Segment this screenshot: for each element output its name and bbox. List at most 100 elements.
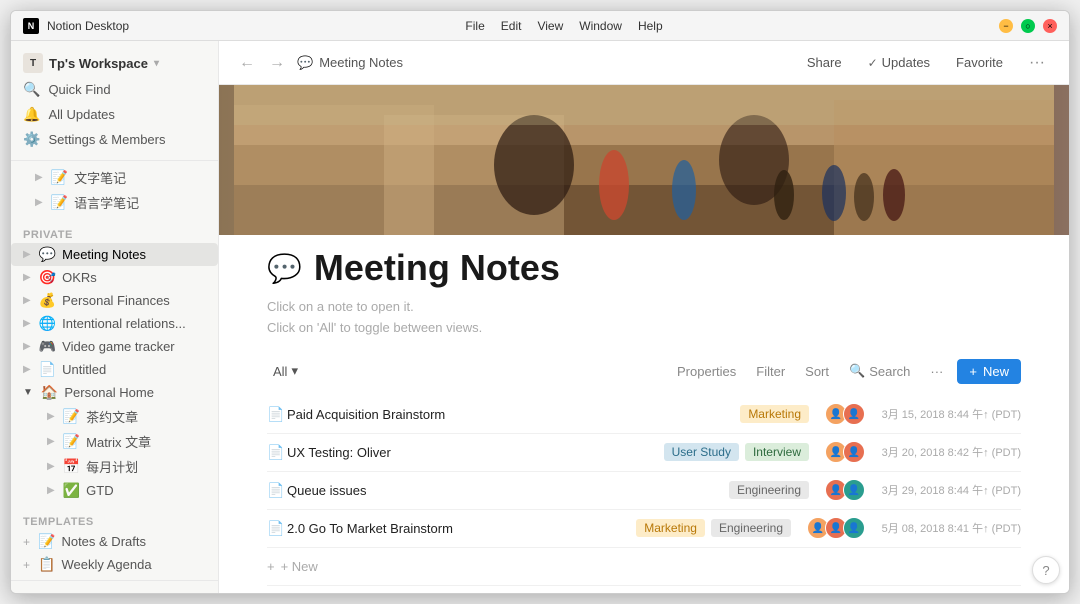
view-label: All [273, 364, 287, 379]
agenda-icon: 📋 [38, 556, 55, 573]
main-area: T Tp's Workspace ▾ 🔍 Quick Find 🔔 All Up… [11, 41, 1069, 593]
close-button[interactable]: × [1043, 19, 1057, 33]
row-date: 3月 15, 2018 8:44 午↑ (PDT) [881, 406, 1021, 422]
arrow-icon: ▶ [23, 364, 31, 375]
tag-user-study: User Study [664, 443, 739, 461]
menu-help[interactable]: Help [638, 19, 663, 33]
favorite-button[interactable]: Favorite [948, 51, 1011, 74]
table-row[interactable]: 📄 Paid Acquisition Brainstorm Marketing … [267, 396, 1021, 434]
sidebar-item-intentional[interactable]: ▶ 🌐 Intentional relations... [11, 312, 218, 335]
sidebar-item-personal-home[interactable]: ▼ 🏠 Personal Home [11, 381, 218, 404]
question-mark-icon: ? [1042, 563, 1049, 578]
table-container: 📄 Paid Acquisition Brainstorm Marketing … [267, 396, 1021, 586]
filter-button[interactable]: Filter [750, 361, 791, 382]
check-icon: ✅ [63, 482, 80, 499]
share-button[interactable]: Share [799, 51, 850, 74]
new-record-button[interactable]: + New [957, 359, 1021, 384]
sidebar-quick-find[interactable]: 🔍 Quick Find [15, 77, 214, 102]
private-section-label: PRIVATE [11, 223, 218, 243]
quick-find-label: Quick Find [48, 82, 110, 97]
help-button[interactable]: ? [1032, 556, 1060, 584]
arrow-icon: ▶ [47, 436, 55, 447]
table-row[interactable]: 📄 UX Testing: Oliver User Study Intervie… [267, 434, 1021, 472]
main-content: ← → 💬 Meeting Notes Share ✓ Updates Favo… [219, 41, 1069, 593]
notes-drafts-label: Notes & Drafts [61, 534, 210, 549]
plus-icon: + [969, 364, 977, 379]
sidebar-item-gtd[interactable]: ▶ ✅ GTD [11, 479, 218, 502]
minimize-button[interactable]: − [999, 19, 1013, 33]
cover-image [219, 85, 1069, 235]
table-row[interactable]: 📄 Queue issues Engineering 👤 👤 3月 29, 20… [267, 472, 1021, 510]
sidebar-item-weekly-agenda[interactable]: + 📋 Weekly Agenda [11, 553, 218, 576]
row-date: 3月 20, 2018 8:42 午↑ (PDT) [881, 444, 1021, 460]
sidebar-item-okrs[interactable]: ▶ 🎯 OKRs [11, 266, 218, 289]
sidebar: T Tp's Workspace ▾ 🔍 Quick Find 🔔 All Up… [11, 41, 219, 593]
new-page-button[interactable]: + + New Page [15, 589, 214, 593]
sidebar-all-updates[interactable]: 🔔 All Updates [15, 102, 214, 127]
updates-label: Updates [882, 55, 930, 70]
page-subtitle: Click on a note to open it. Click on 'Al… [267, 297, 1021, 339]
add-row-button[interactable]: + + New [267, 548, 1021, 586]
sidebar-templates-section: TEMPLATES + 📝 Notes & Drafts + 📋 Weekly … [11, 506, 218, 580]
sidebar-settings[interactable]: ⚙️ Settings & Members [15, 127, 214, 152]
doc-icon: 📝 [51, 169, 68, 186]
calendar-icon: 📅 [63, 458, 80, 475]
gear-icon: ⚙️ [23, 131, 40, 148]
sidebar-item-notes-drafts[interactable]: + 📝 Notes & Drafts [11, 530, 218, 553]
updates-button[interactable]: ✓ Updates [860, 51, 938, 74]
sidebar-item-untitled[interactable]: ▶ 📄 Untitled [11, 358, 218, 381]
view-selector[interactable]: All ▾ [267, 360, 304, 382]
sidebar-item-monthly-plan[interactable]: ▶ 📅 每月计划 [11, 454, 218, 479]
row-title: Queue issues [287, 483, 609, 498]
doc-icon: 📄 [267, 482, 287, 499]
gtd-label: GTD [86, 483, 210, 498]
app-title: Notion Desktop [47, 19, 129, 33]
meeting-notes-label: Meeting Notes [62, 247, 210, 262]
arrow-icon: ▶ [23, 318, 31, 329]
target-icon: 🎯 [39, 269, 56, 286]
table-row[interactable]: 📄 2.0 Go To Market Brainstorm Marketing … [267, 510, 1021, 548]
untitled-label: Untitled [62, 362, 210, 377]
money-icon: 💰 [39, 292, 56, 309]
sidebar-item-wenzi[interactable]: ▶ 📝 文字笔记 [11, 165, 218, 190]
maximize-button[interactable]: ○ [1021, 19, 1035, 33]
sidebar-item-article2[interactable]: ▶ 📝 Matrix 文章 [11, 429, 218, 454]
row-tags: User Study Interview [609, 443, 809, 461]
avatar: 👤 [843, 517, 865, 539]
monthly-plan-label: 每月计划 [86, 457, 210, 476]
cover-svg [234, 85, 1054, 235]
sidebar-item-article1[interactable]: ▶ 📝 茶约文章 [11, 404, 218, 429]
more-button[interactable]: ··· [1021, 50, 1053, 76]
arrow-icon: ▶ [23, 249, 31, 260]
db-more-button[interactable]: ··· [924, 361, 949, 382]
doc-icon: 📝 [51, 194, 68, 211]
menu-edit[interactable]: Edit [501, 19, 522, 33]
personal-finances-label: Personal Finances [62, 293, 210, 308]
search-button[interactable]: 🔍 Search [843, 360, 916, 382]
add-row-label: + New [281, 559, 318, 574]
okrs-label: OKRs [62, 270, 210, 285]
sidebar-item-video-game[interactable]: ▶ 🎮 Video game tracker [11, 335, 218, 358]
doc-icon: 📄 [267, 406, 287, 423]
sidebar-item-yuyan[interactable]: ▶ 📝 语言学笔记 [11, 190, 218, 215]
workspace-header[interactable]: T Tp's Workspace ▾ [15, 49, 214, 77]
back-button[interactable]: ← [235, 52, 259, 74]
sort-button[interactable]: Sort [799, 361, 835, 382]
sidebar-item-personal-finances[interactable]: ▶ 💰 Personal Finances [11, 289, 218, 312]
page-icon: 📄 [39, 361, 56, 378]
row-avatars: 👤 👤 [825, 403, 865, 425]
all-updates-label: All Updates [48, 107, 114, 122]
forward-button[interactable]: → [265, 52, 289, 74]
properties-button[interactable]: Properties [671, 361, 742, 382]
notes-icon: 📝 [38, 533, 55, 550]
app-window: N Notion Desktop File Edit View Window H… [10, 10, 1070, 594]
menu-file[interactable]: File [465, 19, 484, 33]
menu-window[interactable]: Window [579, 19, 622, 33]
arrow-icon: ▶ [35, 172, 43, 183]
toolbar-right: Share ✓ Updates Favorite ··· [799, 50, 1053, 76]
row-date: 5月 08, 2018 8:41 午↑ (PDT) [881, 520, 1021, 536]
sidebar-item-meeting-notes[interactable]: ▶ 💬 Meeting Notes [11, 243, 218, 266]
menu-view[interactable]: View [537, 19, 563, 33]
titlebar-left: N Notion Desktop [23, 18, 129, 34]
new-label: New [983, 364, 1009, 379]
